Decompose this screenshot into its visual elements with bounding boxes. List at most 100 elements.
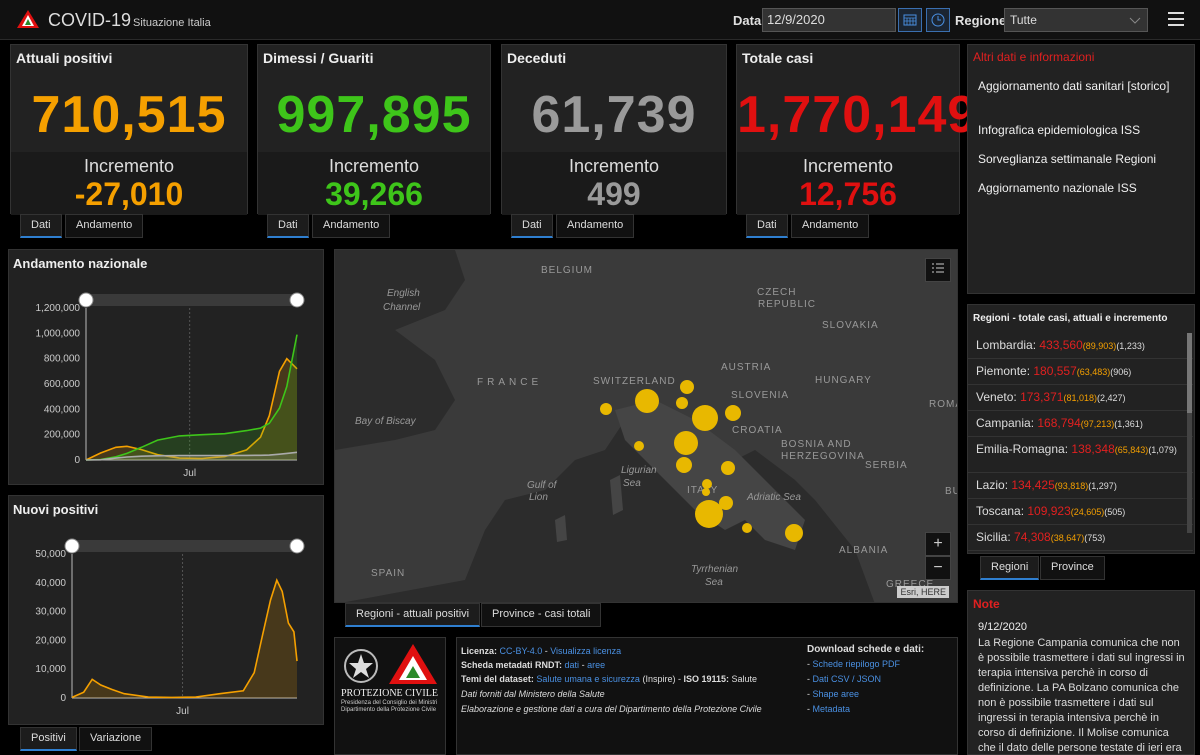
region-row[interactable]: Sicilia: 74,308(38,647)(753)	[968, 525, 1193, 551]
download-link[interactable]: - Metadata	[807, 704, 850, 714]
region-active: (93,818)	[1054, 481, 1089, 491]
tab-andamento[interactable]: Andamento	[65, 214, 144, 238]
map-label: BELGIUM	[541, 265, 594, 276]
download-link-text[interactable]: Schede riepilogo PDF	[813, 659, 901, 669]
x-tick-label: Jul	[183, 468, 196, 479]
view-license-link[interactable]: Visualizza licenza	[550, 646, 621, 656]
pc-logo-panel: PROTEZIONE CIVILE Presidenza del Consigl…	[334, 637, 446, 755]
tab-positivi[interactable]: Positivi	[20, 727, 77, 751]
region-bubble[interactable]	[785, 524, 803, 542]
list-icon	[932, 263, 944, 273]
tab-regioni[interactable]: Regioni	[980, 556, 1040, 580]
download-title: Download schede e dati:	[807, 644, 925, 655]
iso-label: ISO 19115:	[683, 674, 730, 684]
kpi-value: 710,515	[31, 86, 227, 144]
region-bubble[interactable]	[742, 523, 752, 533]
region-bubble[interactable]	[702, 488, 710, 496]
map-label: FRANCE	[477, 377, 543, 388]
region-total: 173,371	[1020, 390, 1064, 404]
region-row[interactable]: Lombardia: 433,560(89,903)(1,233)	[968, 333, 1193, 359]
link-sorveglianza[interactable]: Sorveglianza settimanale Regioni	[978, 152, 1156, 166]
map-label: Bay of Biscay	[355, 416, 416, 427]
region-row[interactable]: Veneto: 173,371(81,018)(2,427)	[968, 385, 1193, 411]
range-slider-track[interactable]	[72, 540, 297, 552]
region-total: 168,794	[1037, 416, 1081, 430]
region-bubble[interactable]	[725, 405, 741, 421]
link-aggiornamento-dati[interactable]: Aggiornamento dati sanitari [storico]	[978, 79, 1178, 93]
tab-province[interactable]: Province	[1040, 556, 1105, 580]
theme-link[interactable]: Salute umana e sicurezza	[536, 674, 640, 684]
region-increment: (1,233)	[1116, 341, 1145, 351]
tab-andamento[interactable]: Andamento	[791, 214, 870, 238]
tab-andamento[interactable]: Andamento	[556, 214, 635, 238]
tab-dati[interactable]: Dati	[267, 214, 309, 238]
tab-regioni-attuali[interactable]: Regioni - attuali positivi	[345, 603, 481, 627]
tab-dati[interactable]: Dati	[20, 214, 62, 238]
map-label: AUSTRIA	[721, 362, 772, 373]
tab-dati[interactable]: Dati	[746, 214, 788, 238]
metadata-data-link[interactable]: dati	[565, 660, 580, 670]
hamburger-menu-icon[interactable]	[1168, 12, 1184, 30]
note-date: 9/12/2020	[978, 621, 1027, 633]
region-row[interactable]: Emilia-Romagna: 138,348(65,843)(1,079)	[968, 437, 1193, 473]
tab-dati[interactable]: Dati	[511, 214, 553, 238]
date-input[interactable]: 12/9/2020	[762, 8, 896, 32]
range-slider-handle[interactable]	[289, 538, 305, 554]
download-link[interactable]: - Schede riepilogo PDF	[807, 659, 900, 669]
metadata-areas-link[interactable]: aree	[587, 660, 605, 670]
region-active: (63,483)	[1076, 367, 1111, 377]
download-link-text[interactable]: Metadata	[813, 704, 851, 714]
chevron-down-icon	[1129, 17, 1141, 24]
download-link[interactable]: - Dati CSV / JSON	[807, 674, 881, 684]
protezione-civile-logo-icon	[389, 644, 437, 684]
region-name: Toscana:	[976, 504, 1025, 518]
regions-scrollbar[interactable]	[1187, 333, 1192, 533]
note-panel: Note 9/12/2020 La Regione Campania comun…	[967, 590, 1195, 755]
region-bubble[interactable]	[674, 431, 698, 455]
region-bubble[interactable]	[692, 405, 718, 431]
region-select[interactable]: Tutte	[1004, 8, 1148, 32]
download-link[interactable]: - Shape aree	[807, 689, 859, 699]
region-active: (24,605)	[1070, 507, 1105, 517]
region-row[interactable]: Piemonte: 180,557(63,483)(906)	[968, 359, 1193, 385]
download-link-text[interactable]: Shape aree	[813, 689, 860, 699]
region-bubble[interactable]	[635, 389, 659, 413]
region-bubble[interactable]	[719, 496, 733, 510]
y-tick-label: 50,000	[35, 549, 66, 560]
tab-variazione[interactable]: Variazione	[79, 727, 153, 751]
map-label: Gulf of	[527, 480, 557, 491]
note-title: Note	[973, 597, 1000, 611]
calendar-button[interactable]	[898, 8, 922, 32]
region-bubble[interactable]	[680, 380, 694, 394]
map-view[interactable]: BELGIUM CZECH REPUBLIC SLOVAKIA AUSTRIA HUNGA…	[334, 249, 958, 603]
link-aggiornamento-iss[interactable]: Aggiornamento nazionale ISS	[978, 181, 1137, 195]
tab-province-casi[interactable]: Province - casi totali	[481, 603, 602, 627]
tab-andamento[interactable]: Andamento	[312, 214, 391, 238]
range-slider-handle[interactable]	[289, 292, 305, 308]
region-name: Sicilia:	[976, 530, 1011, 544]
region-row[interactable]: Toscana: 109,923(24,605)(505)	[968, 499, 1193, 525]
layer-list-button[interactable]	[925, 258, 951, 282]
info-links-panel: Altri dati e informazioni Aggiornamento …	[967, 44, 1195, 294]
region-name: Lazio:	[976, 478, 1009, 492]
range-slider-handle[interactable]	[64, 538, 80, 554]
region-row[interactable]: Lazio: 134,425(93,818)(1,297)	[968, 473, 1193, 499]
license-link[interactable]: CC-BY-4.0	[500, 646, 543, 656]
region-bubble[interactable]	[634, 441, 644, 451]
range-slider-handle[interactable]	[78, 292, 94, 308]
link-infografica[interactable]: Infografica epidemiologica ISS	[978, 123, 1140, 137]
region-row[interactable]: Campania: 168,794(97,213)(1,361)	[968, 411, 1193, 437]
region-bubble[interactable]	[600, 403, 612, 415]
region-bubble[interactable]	[676, 397, 688, 409]
range-slider-track[interactable]	[86, 294, 297, 306]
zoom-out-button[interactable]: −	[925, 556, 951, 580]
region-bubble[interactable]	[676, 457, 692, 473]
region-bubble[interactable]	[721, 461, 735, 475]
download-link-text[interactable]: Dati CSV / JSON	[813, 674, 882, 684]
theme-label: Temi del dataset:	[461, 674, 534, 684]
map-label: BU	[945, 486, 957, 497]
map-label: SERBIA	[865, 460, 908, 471]
time-button[interactable]	[926, 8, 950, 32]
y-tick-label: 800,000	[44, 354, 81, 365]
zoom-in-button[interactable]: +	[925, 532, 951, 556]
